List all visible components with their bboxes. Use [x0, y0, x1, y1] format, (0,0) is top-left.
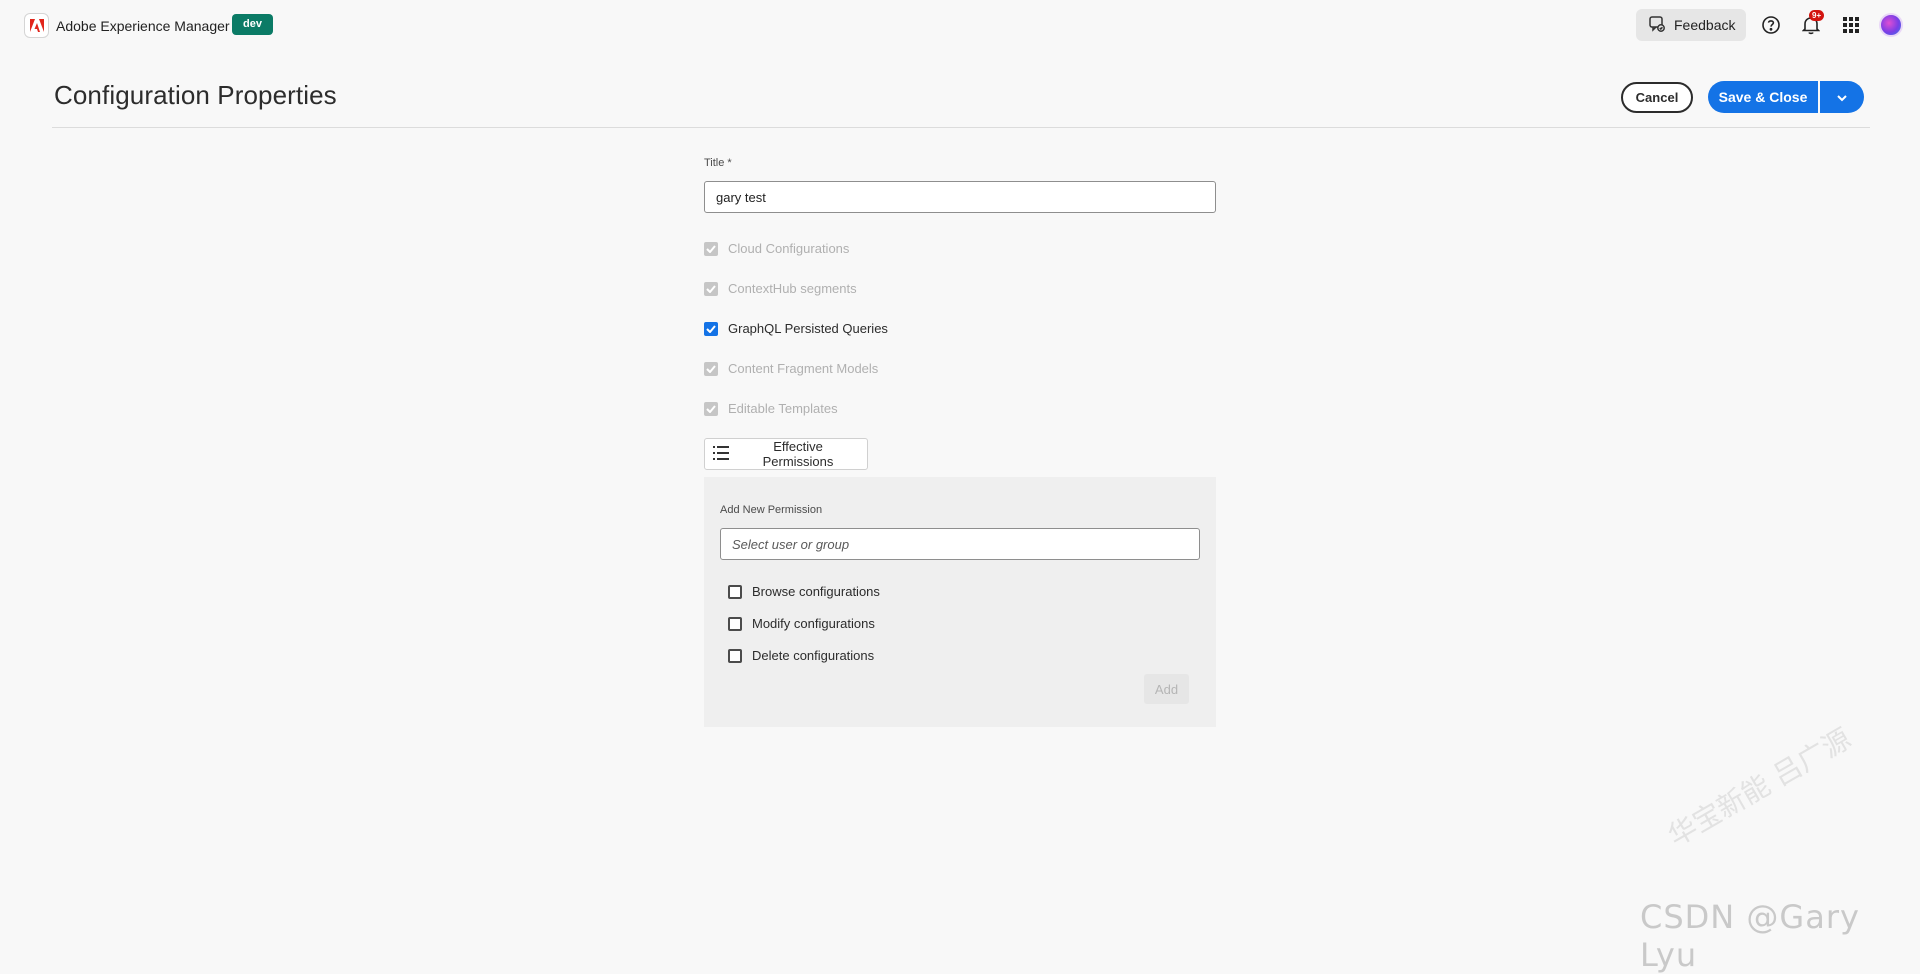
option-label: Cloud Configurations: [728, 241, 850, 256]
permission-label: Browse configurations: [752, 584, 880, 599]
feedback-icon: [1648, 15, 1666, 36]
delete-configurations-checkbox[interactable]: Delete configurations: [728, 648, 874, 663]
cancel-button[interactable]: Cancel: [1621, 82, 1693, 113]
checkbox-checked-icon: [704, 321, 718, 336]
feedback-button[interactable]: Feedback: [1636, 9, 1747, 41]
checkbox-unchecked-icon: [728, 584, 742, 599]
save-and-close-button[interactable]: Save & Close: [1708, 81, 1818, 113]
option-label: GraphQL Persisted Queries: [728, 321, 888, 336]
add-permission-panel: Add New Permission Browse configurations…: [704, 477, 1216, 727]
effective-permissions-button[interactable]: Effective Permissions: [704, 438, 868, 470]
notification-count-badge: 9+: [1809, 10, 1825, 21]
option-label: Content Fragment Models: [728, 361, 879, 376]
modify-configurations-checkbox[interactable]: Modify configurations: [728, 616, 875, 631]
option-cloud-configurations[interactable]: Cloud Configurations: [704, 241, 849, 256]
apps-grid-icon[interactable]: [1839, 13, 1863, 37]
option-label: ContextHub segments: [728, 281, 857, 296]
title-label: Title *: [704, 157, 732, 169]
add-permission-label: Add New Permission: [720, 504, 823, 516]
adobe-logo-icon: [24, 13, 49, 38]
option-editable-templates[interactable]: Editable Templates: [704, 401, 838, 416]
option-label: Editable Templates: [728, 401, 838, 416]
add-permission-button[interactable]: Add: [1144, 674, 1189, 704]
top-bar: Adobe Experience Manager dev Feedback 9+: [0, 0, 1920, 50]
browse-configurations-checkbox[interactable]: Browse configurations: [728, 584, 880, 599]
watermark: CSDN @Gary Lyu: [1640, 898, 1860, 974]
watermark-cn: 华宝新能 吕广源: [1662, 721, 1857, 853]
save-options-button[interactable]: [1820, 81, 1864, 113]
list-icon: [713, 445, 729, 463]
option-graphql-persisted-queries[interactable]: GraphQL Persisted Queries: [704, 321, 888, 336]
app-name: Adobe Experience Manager: [56, 17, 230, 34]
checkbox-checked-disabled-icon: [704, 361, 718, 376]
permission-label: Delete configurations: [752, 648, 875, 663]
effective-permissions-label: Effective Permissions: [762, 439, 834, 469]
page-title: Configuration Properties: [54, 80, 337, 110]
checkbox-unchecked-icon: [728, 616, 742, 631]
checkbox-checked-disabled-icon: [704, 401, 718, 416]
user-group-search-input[interactable]: [720, 528, 1200, 560]
header-divider: [52, 127, 1870, 128]
title-input[interactable]: [704, 181, 1216, 213]
permission-label: Modify configurations: [752, 616, 875, 631]
option-contexthub-segments[interactable]: ContextHub segments: [704, 281, 857, 296]
brand[interactable]: Adobe Experience Manager: [24, 13, 230, 38]
chevron-down-icon: [1836, 90, 1848, 105]
environment-badge: dev: [232, 14, 273, 35]
checkbox-checked-disabled-icon: [704, 281, 718, 296]
checkbox-checked-disabled-icon: [704, 241, 718, 256]
avatar[interactable]: [1879, 13, 1903, 37]
checkbox-unchecked-icon: [728, 648, 742, 663]
save-button-group: Save & Close: [1708, 81, 1864, 113]
help-icon[interactable]: [1759, 13, 1783, 37]
option-content-fragment-models[interactable]: Content Fragment Models: [704, 361, 878, 376]
feedback-label: Feedback: [1674, 17, 1736, 33]
